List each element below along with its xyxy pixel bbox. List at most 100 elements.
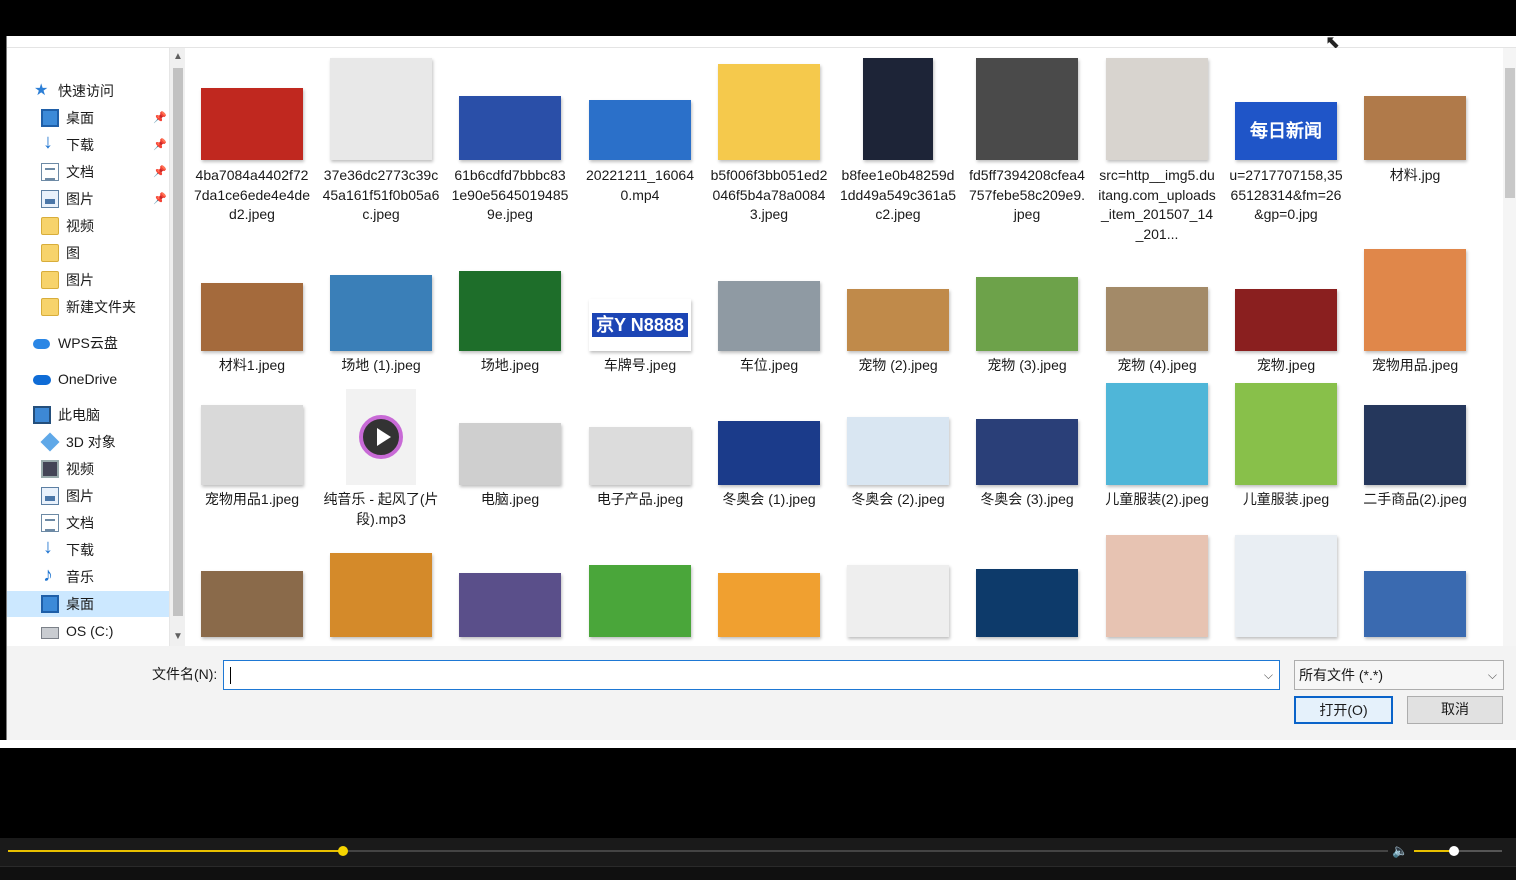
file-item[interactable] [1356, 48, 1474, 646]
file-list: 4ba7084a4402f727da1ce6ede4e4ded2.jpeg 37e… [185, 48, 1503, 646]
file-thumbnail [459, 573, 561, 637]
sidebar-item[interactable]: 视频 [41, 213, 94, 239]
sidebar-item-label: 桌面 [66, 110, 94, 126]
sidebar-item[interactable]: 图片 [41, 267, 94, 293]
media-player-bar: 🔈 [0, 838, 1516, 880]
document-icon [41, 514, 59, 532]
player-control-row [0, 866, 1516, 880]
sidebar-item[interactable]: 桌面 [7, 591, 169, 617]
navigation-scroll-thumb[interactable] [173, 68, 183, 616]
file-thumbnail [1235, 535, 1337, 637]
video-icon [41, 460, 59, 478]
file-type-value: 所有文件 (*.*) [1299, 667, 1383, 683]
file-thumbnail [718, 573, 820, 637]
sidebar-item-label: 图 [66, 245, 80, 261]
sidebar-item-label: OS (C:) [66, 623, 114, 639]
open-button[interactable]: 打开(O) [1294, 696, 1393, 724]
file-thumbnail [330, 553, 432, 637]
open-file-dialog: ⬉ 快速访问桌面📌下载📌文档📌图片📌视频图图片新建文件夹WPS云盘OneDriv… [6, 36, 1516, 746]
sidebar-item[interactable]: 新建文件夹 [41, 294, 136, 320]
text-caret [230, 667, 231, 684]
scroll-down-icon[interactable]: ▼ [173, 632, 183, 642]
sidebar-item[interactable]: 文档 📌 [41, 159, 167, 185]
progress-handle[interactable] [338, 846, 349, 856]
sidebar-item[interactable]: 视频 [41, 456, 94, 482]
sidebar-item[interactable]: 快速访问 [33, 78, 114, 104]
music-icon [41, 564, 59, 587]
sidebar-item-label: 图片 [66, 191, 94, 207]
file-thumbnail [847, 565, 949, 637]
file-item[interactable] [193, 48, 311, 646]
sidebar-item[interactable]: OS (C:) [41, 618, 113, 644]
download-icon [41, 536, 59, 559]
file-item[interactable] [581, 48, 699, 646]
sidebar-item[interactable]: WPS云盘 [33, 330, 118, 356]
scroll-up-icon[interactable]: ▲ [173, 52, 183, 62]
file-thumbnail [1106, 535, 1208, 637]
cancel-button[interactable]: 取消 [1407, 696, 1503, 724]
sidebar-item[interactable]: 文档 [41, 510, 94, 536]
sidebar-item-label: 下载 [66, 542, 94, 558]
navigation-scrollbar[interactable]: ▲ ▼ [169, 48, 185, 646]
volume-track[interactable] [1414, 846, 1502, 856]
sidebar-item-label: 3D 对象 [66, 434, 116, 450]
sidebar-item-label: 图片 [66, 488, 94, 504]
filename-input[interactable]: ⌵ [223, 660, 1280, 690]
chevron-down-icon[interactable]: ⌵ [1488, 661, 1497, 689]
drive-icon [41, 627, 59, 639]
file-item[interactable] [1098, 48, 1216, 646]
star-icon [33, 80, 51, 100]
file-list-scrollbar[interactable] [1503, 48, 1516, 646]
pin-icon: 📌 [153, 112, 167, 124]
download-icon [41, 131, 59, 154]
sidebar-item-label: 桌面 [66, 596, 94, 612]
file-item[interactable] [968, 48, 1086, 646]
dialog-address-strip [7, 36, 1516, 48]
sidebar-item[interactable]: 此电脑 [33, 402, 100, 428]
navigation-pane: 快速访问桌面📌下载📌文档📌图片📌视频图图片新建文件夹WPS云盘OneDrive此… [7, 48, 169, 646]
sidebar-item-label: 新建文件夹 [66, 299, 136, 315]
sidebar-item[interactable]: 图片 [41, 483, 94, 509]
file-item[interactable] [1227, 48, 1345, 646]
sidebar-item-label: 此电脑 [58, 407, 100, 423]
sidebar-item-label: 下载 [66, 137, 94, 153]
sidebar-item[interactable]: 图片 📌 [41, 186, 167, 212]
volume-fill [1414, 850, 1454, 852]
pictures-icon [41, 190, 59, 208]
progress-fill [8, 850, 344, 852]
window-top-bar [0, 0, 1516, 36]
sidebar-item[interactable]: OneDrive [33, 366, 117, 392]
sidebar-item[interactable]: 下载 📌 [41, 131, 167, 158]
pin-icon: 📌 [153, 139, 167, 151]
pictures-icon [41, 487, 59, 505]
sidebar-item[interactable]: 图 [41, 240, 80, 266]
progress-track[interactable] [8, 846, 1388, 856]
sidebar-item-label: 视频 [66, 218, 94, 234]
sidebar-item[interactable]: 下载 [41, 536, 94, 563]
folder-icon [41, 244, 59, 262]
file-item[interactable] [839, 48, 957, 646]
sidebar-item-label: 音乐 [66, 569, 94, 585]
file-list-scroll-thumb[interactable] [1505, 68, 1515, 198]
sidebar-item-label: 图片 [66, 272, 94, 288]
onedrive-icon [33, 370, 51, 388]
sidebar-item[interactable]: 3D 对象 [40, 429, 116, 455]
sidebar-item[interactable]: 桌面 📌 [41, 105, 167, 131]
folder-icon [41, 217, 59, 235]
volume-icon[interactable]: 🔈 [1392, 843, 1408, 859]
cloud-icon [33, 334, 51, 352]
file-item[interactable] [322, 48, 440, 646]
document-icon [41, 163, 59, 181]
file-item[interactable] [451, 48, 569, 646]
volume-handle[interactable] [1448, 846, 1459, 856]
file-item[interactable] [710, 48, 828, 646]
desktop-icon [41, 109, 59, 127]
background-window-strip [0, 740, 1516, 748]
desktop-icon [41, 595, 59, 613]
sidebar-item-label: 文档 [66, 515, 94, 531]
chevron-down-icon[interactable]: ⌵ [1264, 668, 1273, 683]
sidebar-item[interactable]: 音乐 [41, 564, 94, 590]
file-thumbnail [1364, 571, 1466, 637]
file-type-select[interactable]: 所有文件 (*.*) ⌵ [1294, 660, 1504, 690]
3d-objects-icon [40, 432, 60, 452]
